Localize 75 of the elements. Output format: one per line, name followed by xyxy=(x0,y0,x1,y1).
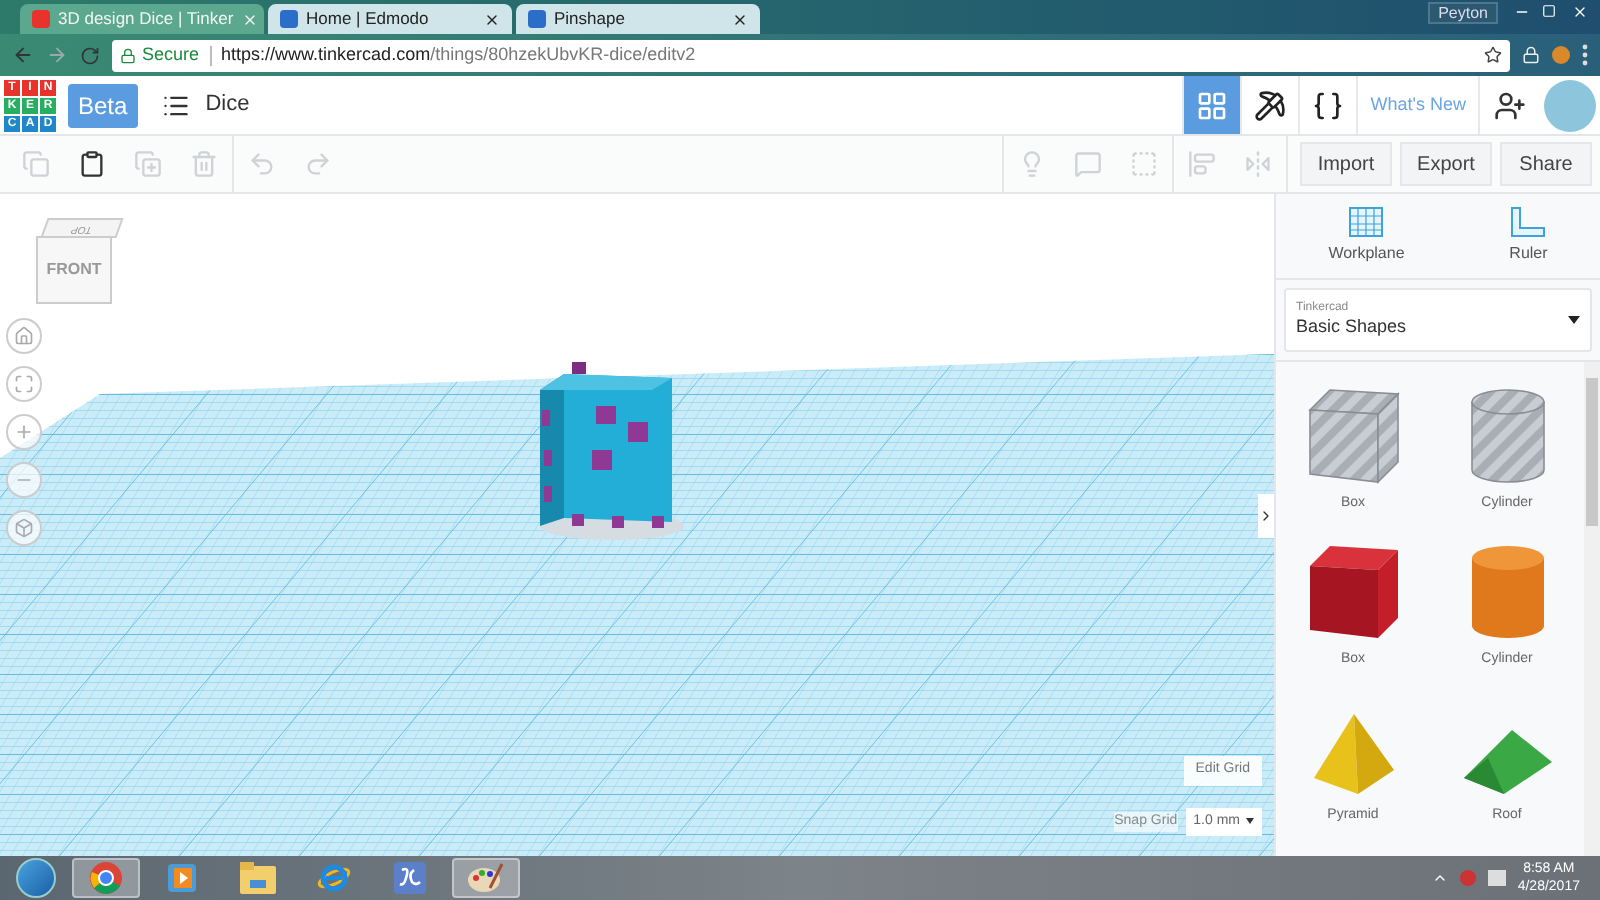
taskbar-app[interactable] xyxy=(72,858,140,898)
ruler-icon xyxy=(1510,206,1547,238)
tab-favicon-icon xyxy=(280,10,298,28)
box-shape-icon[interactable] xyxy=(1305,385,1401,485)
url-text: https://www.tinkercad.com/things/80hzekUbvKR-dice/editv2 xyxy=(221,41,696,68)
bookmark-star-icon[interactable] xyxy=(1484,46,1502,64)
undo-icon xyxy=(248,150,276,178)
roof-shape-icon[interactable] xyxy=(1459,725,1555,797)
tab-title: Pinshape xyxy=(554,6,627,32)
cylinder-shape-icon[interactable] xyxy=(1467,541,1547,641)
back-icon[interactable] xyxy=(12,44,34,66)
workplane-button[interactable]: Workplane xyxy=(1328,206,1405,266)
editor-app-icon[interactable] xyxy=(394,862,426,894)
lock-icon xyxy=(120,47,136,63)
light-icon xyxy=(1018,150,1046,178)
home-view-button[interactable] xyxy=(6,318,42,354)
box-shape-icon[interactable] xyxy=(1305,541,1401,641)
duplicate-icon xyxy=(134,150,162,178)
profile-name[interactable]: Peyton xyxy=(1428,2,1498,24)
add-user-icon[interactable] xyxy=(1494,89,1526,121)
zoom-in-button[interactable] xyxy=(6,414,42,450)
pyramid-shape-icon[interactable] xyxy=(1309,709,1397,797)
tab-favicon-icon xyxy=(528,10,546,28)
code-icon xyxy=(1312,89,1345,121)
start-button[interactable] xyxy=(16,858,56,898)
paint-palette-icon[interactable] xyxy=(468,862,504,894)
secure-label: Secure xyxy=(142,41,200,68)
design-name[interactable]: Dice xyxy=(205,88,250,122)
chevron-right-icon xyxy=(1258,508,1274,524)
grid-icon xyxy=(1196,89,1229,121)
reload-icon[interactable] xyxy=(80,45,100,65)
fit-icon xyxy=(14,374,34,394)
panel-collapse-button[interactable] xyxy=(1258,494,1274,538)
ruler-button[interactable]: Ruler xyxy=(1509,206,1548,266)
fit-view-button[interactable] xyxy=(6,366,42,402)
forward-icon[interactable] xyxy=(46,44,68,66)
align-icon xyxy=(1188,150,1216,178)
paste-icon xyxy=(78,150,106,178)
taskbar-app[interactable] xyxy=(452,858,520,898)
home-icon xyxy=(14,326,34,346)
grid-icon xyxy=(1348,206,1385,238)
view-cube-front-label: FRONT xyxy=(46,258,102,282)
scrollbar[interactable] xyxy=(1584,362,1600,856)
extension-lock-icon[interactable] xyxy=(1522,46,1540,64)
close-icon[interactable] xyxy=(732,11,748,27)
avatar[interactable] xyxy=(1544,79,1596,131)
tab-title: 3D design Dice | Tinker xyxy=(58,6,234,32)
restore-icon[interactable] xyxy=(1542,4,1556,18)
toolbar-action-button[interactable]: Import xyxy=(1300,142,1392,186)
close-icon[interactable] xyxy=(484,11,500,27)
redo-icon xyxy=(304,150,332,178)
tab-favicon-icon xyxy=(32,10,50,28)
extension-icon[interactable] xyxy=(1552,46,1570,64)
delete-icon xyxy=(190,150,218,178)
toolbar-action-button[interactable]: Export xyxy=(1400,142,1492,186)
copy-icon xyxy=(22,150,50,178)
tab-title: Home | Edmodo xyxy=(306,6,431,32)
pickaxe-icon xyxy=(1254,89,1287,121)
cube-icon xyxy=(14,518,34,538)
toolbar-action-button[interactable]: Share xyxy=(1500,142,1592,186)
browser-e-icon[interactable] xyxy=(316,860,352,896)
hole-icon xyxy=(1130,150,1158,178)
tray-expand-icon[interactable] xyxy=(1431,870,1448,886)
browser-tab[interactable]: Pinshape xyxy=(516,4,760,34)
browser-tab[interactable]: Home | Edmodo xyxy=(268,4,512,34)
folder-icon[interactable] xyxy=(240,862,276,894)
mirror-icon xyxy=(1244,150,1272,178)
chrome-icon[interactable] xyxy=(90,862,122,894)
beta-badge: Beta xyxy=(68,83,138,127)
cylinder-shape-icon[interactable] xyxy=(1467,385,1547,485)
address-bar[interactable]: Secure https://www.tinkercad.com/things/80hzekUbvKR-dice/editv2 xyxy=(112,39,1510,71)
plus-icon xyxy=(14,422,34,442)
design-list-icon[interactable] xyxy=(161,91,190,119)
menu-icon[interactable] xyxy=(1582,44,1588,66)
media-player-icon[interactable] xyxy=(168,864,196,892)
